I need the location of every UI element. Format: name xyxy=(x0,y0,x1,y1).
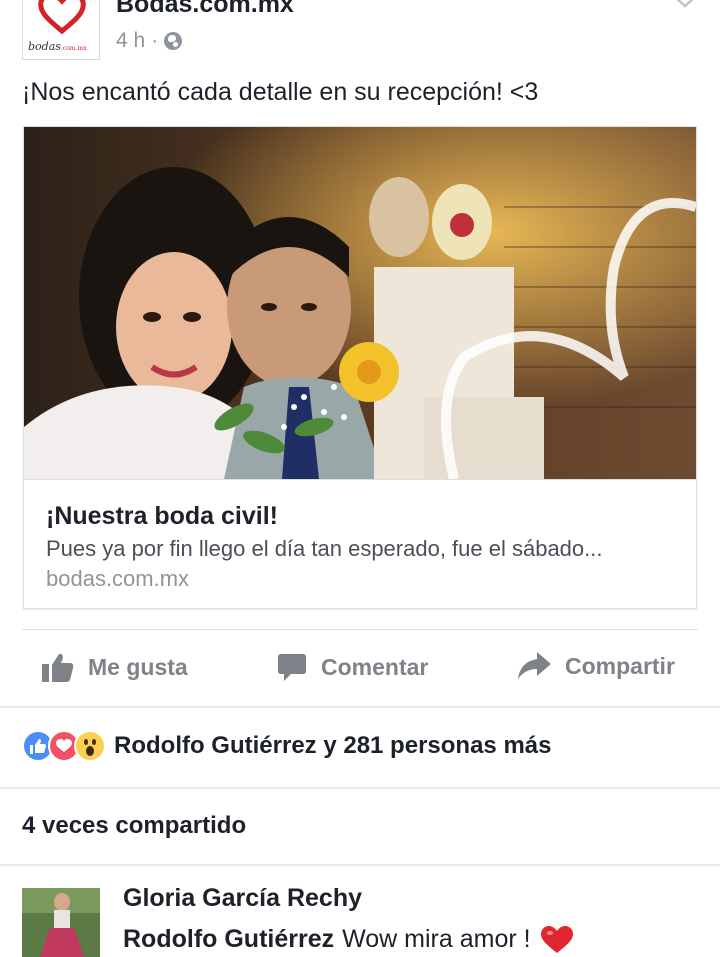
comment-author[interactable]: Gloria García Rechy xyxy=(123,884,362,913)
reactions-text[interactable]: Rodolfo Gutiérrez y 281 personas más xyxy=(114,732,551,760)
commenter-avatar[interactable] xyxy=(22,888,100,957)
meta-separator: · xyxy=(151,29,159,52)
page-avatar[interactable]: bodas.com.mx xyxy=(22,0,100,60)
shares-top-divider xyxy=(0,787,720,789)
post-header: bodas.com.mx Bodas.com.mx 4 h · xyxy=(0,0,720,70)
reactions-summary[interactable]: Rodolfo Gutiérrez y 281 personas más xyxy=(22,730,551,762)
commenter-photo xyxy=(22,888,100,957)
post-action-bar: Me gusta Comentar Compartir xyxy=(0,630,720,706)
wow-icon xyxy=(74,730,106,762)
comment-mention[interactable]: Rodolfo Gutiérrez xyxy=(123,925,334,954)
link-domain: bodas.com.mx xyxy=(46,566,190,591)
share-arrow-icon xyxy=(518,652,551,679)
page-name-link[interactable]: Bodas.com.mx xyxy=(116,0,294,19)
comment-body: Rodolfo Gutiérrez Wow mira amor ! xyxy=(123,925,573,954)
share-label: Compartir xyxy=(565,652,675,679)
comment-bubble-icon xyxy=(278,654,306,681)
post-meta: 4 h · xyxy=(116,29,183,53)
comments-top-divider xyxy=(0,864,720,866)
link-description: Pues ya por fin llego el día tan esperad… xyxy=(46,536,603,561)
thumbs-up-icon xyxy=(42,653,74,682)
chevron-down-icon[interactable] xyxy=(672,0,698,14)
link-preview-image[interactable] xyxy=(24,127,696,479)
like-label: Me gusta xyxy=(88,653,188,680)
share-button[interactable]: Compartir xyxy=(517,652,675,680)
link-preview-card[interactable]: ¡Nuestra boda civil! Pues ya por fin lle… xyxy=(23,126,697,609)
comment-label: Comentar xyxy=(321,653,429,680)
post-text: ¡Nos encantó cada detalle en su recepció… xyxy=(22,78,539,106)
comment-text: Wow mira amor ! xyxy=(342,925,531,953)
reactions-top-divider xyxy=(0,706,720,708)
post-time[interactable]: 4 h xyxy=(116,29,145,53)
like-button[interactable]: Me gusta xyxy=(42,652,188,682)
link-preview-body[interactable]: ¡Nuestra boda civil! Pues ya por fin lle… xyxy=(24,479,696,608)
red-heart-emoji-icon xyxy=(540,925,573,953)
heart-logo-icon xyxy=(38,0,86,35)
link-title[interactable]: ¡Nuestra boda civil! xyxy=(46,502,278,531)
wedding-photo xyxy=(24,127,696,479)
comment-button[interactable]: Comentar xyxy=(277,652,428,682)
globe-icon xyxy=(164,32,183,50)
shares-count[interactable]: 4 veces compartido xyxy=(22,812,246,840)
avatar-logo-text: bodas.com.mx xyxy=(28,40,87,53)
